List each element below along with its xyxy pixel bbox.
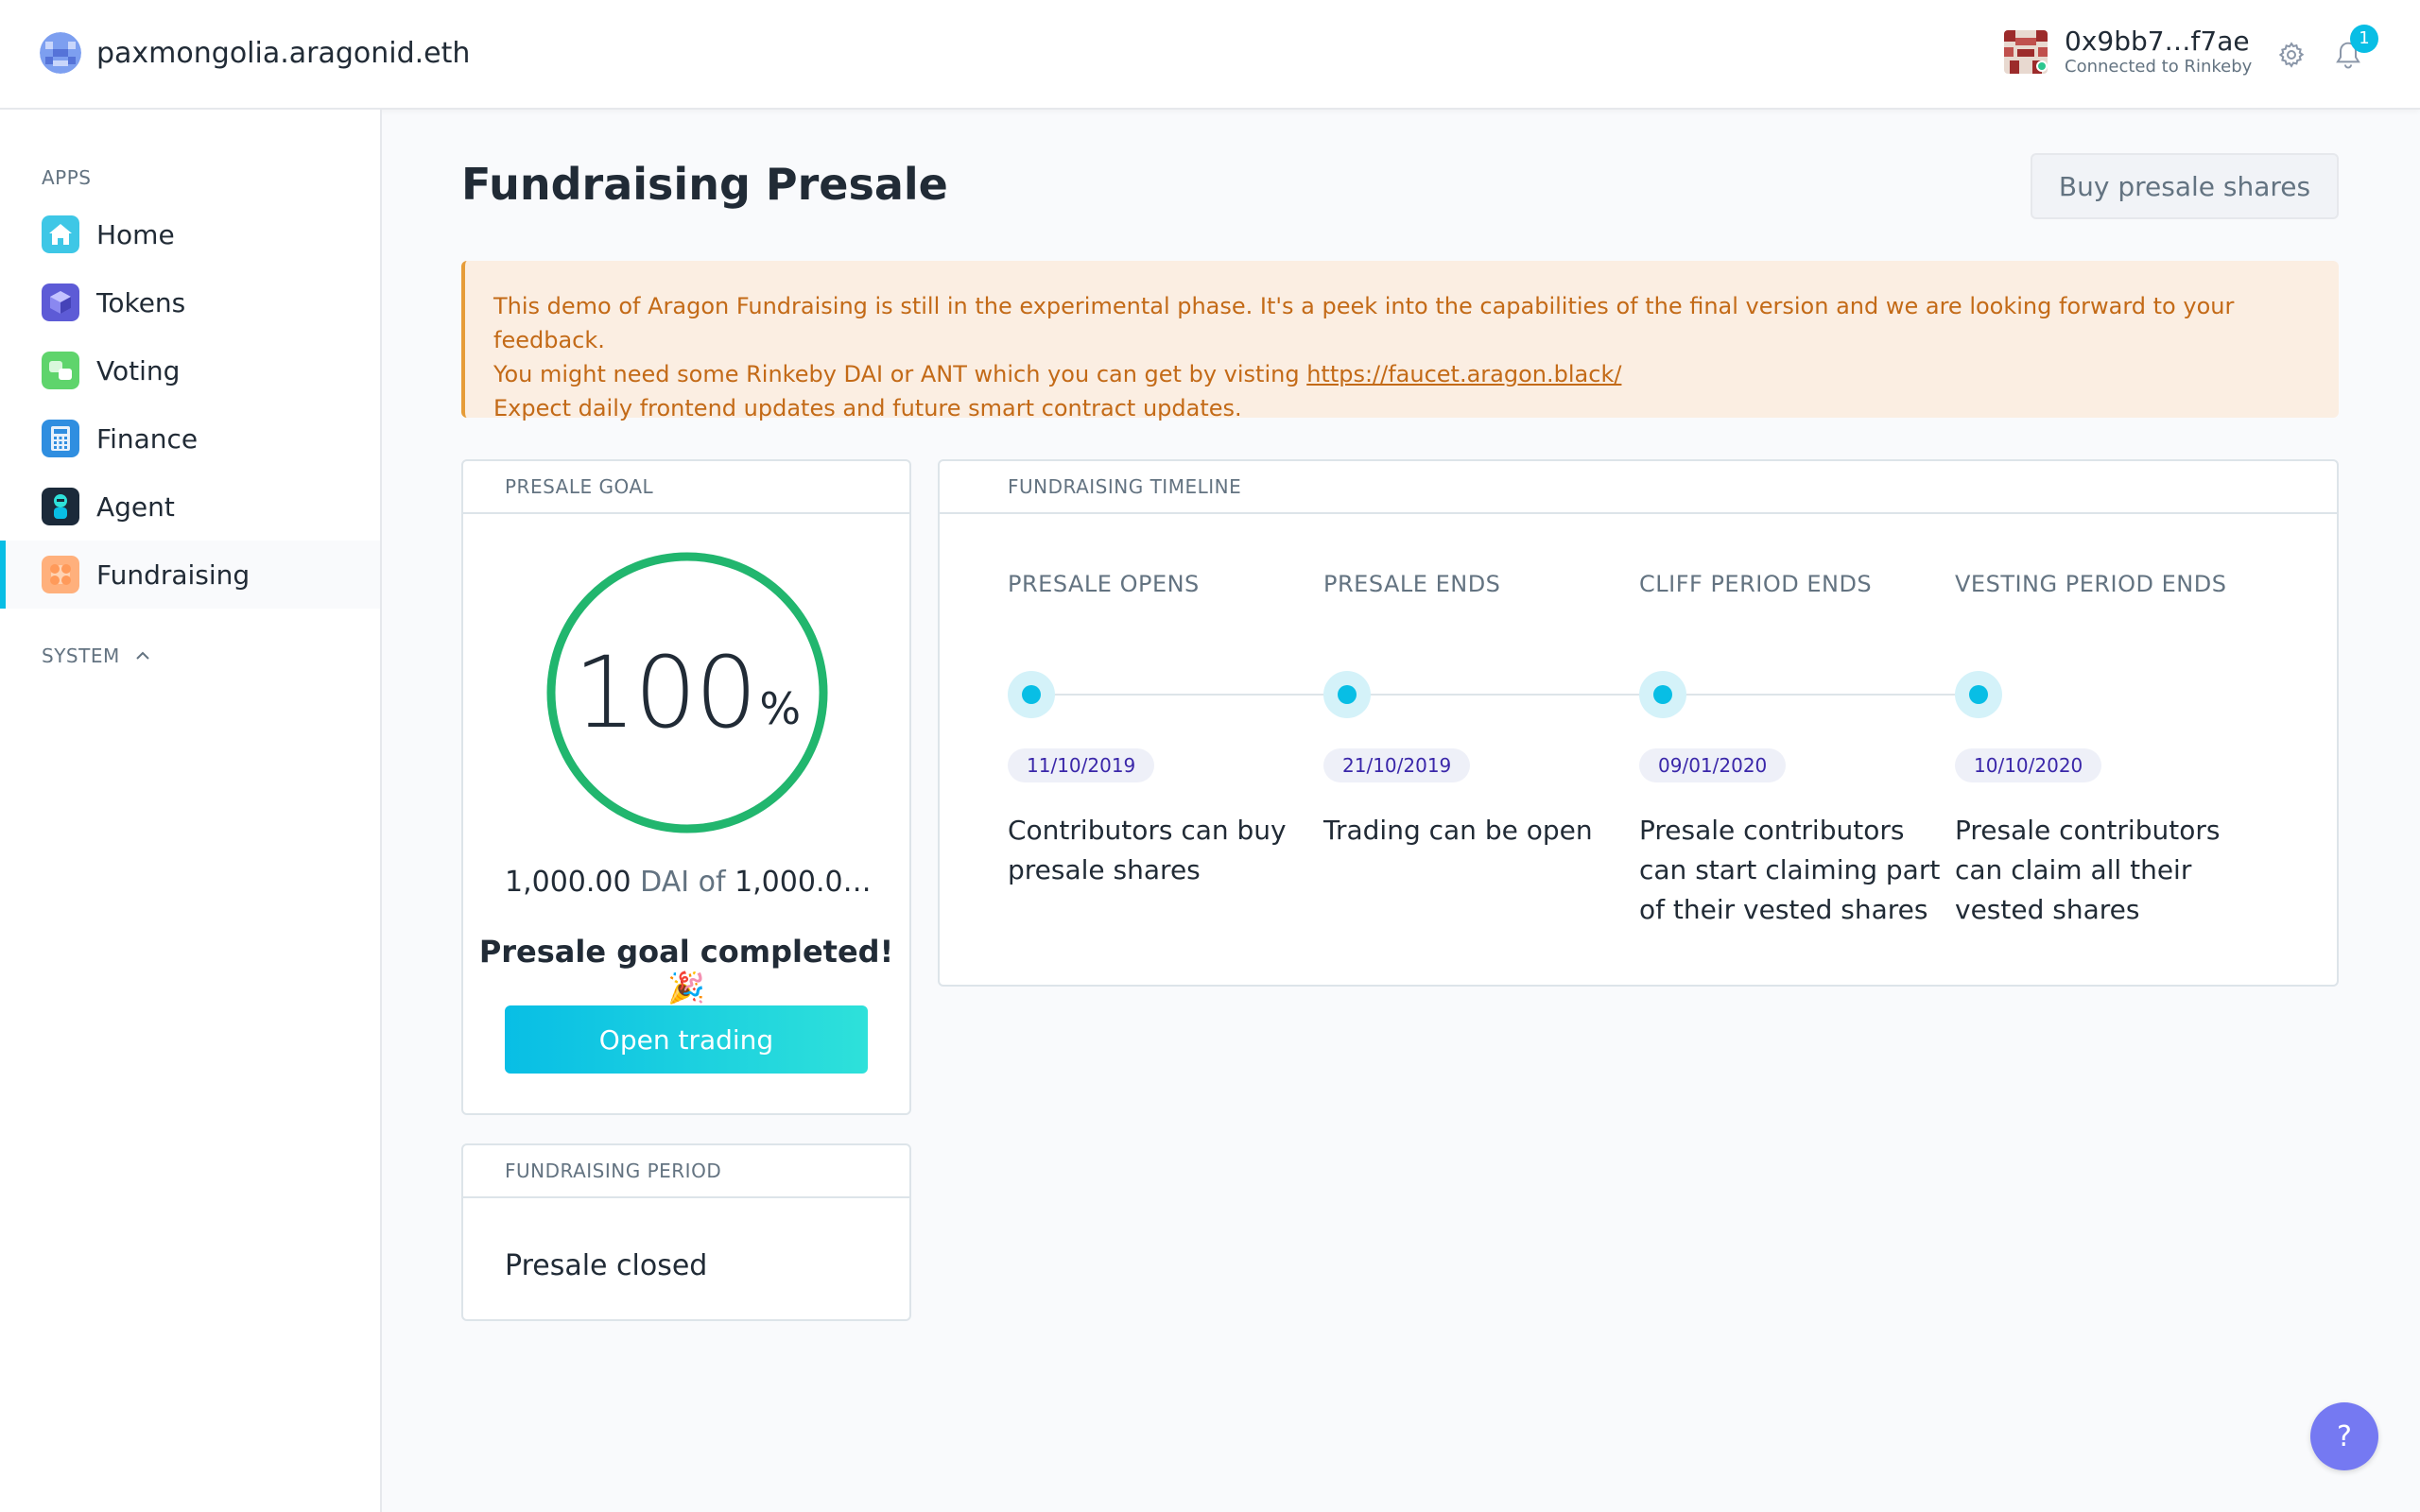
goal-percentage: 100% (546, 552, 828, 833)
sidebar-item-label: Tokens (96, 286, 186, 318)
sidebar-item-label: Home (96, 218, 175, 250)
notice-line-2-text: You might need some Rinkeby DAI or ANT w… (493, 361, 1307, 387)
sidebar-item-label: Finance (96, 422, 199, 455)
timeline-date-badge: 09/01/2020 (1639, 748, 1787, 782)
org-switcher[interactable]: paxmongolia.aragonid.eth (40, 32, 470, 74)
notification-badge: 1 (2350, 25, 2378, 53)
faucet-link[interactable]: https://faucet.aragon.black/ (1306, 361, 1621, 387)
goal-status: Presale goal completed! 🎉 (478, 934, 894, 1005)
sidebar-item-tokens[interactable]: Tokens (0, 268, 380, 336)
timeline-step: PRESALE ENDS 21/10/2019 Trading can be o… (1323, 571, 1626, 846)
org-avatar (40, 32, 81, 74)
network-status: Connected to Rinkeby (2065, 57, 2253, 77)
sidebar-item-finance[interactable]: Finance (0, 404, 380, 472)
page-title: Fundraising Presale (461, 159, 948, 210)
connection-status-dot (2036, 60, 2048, 72)
notice-line-1: This demo of Aragon Fundraising is still… (493, 293, 2235, 353)
open-trading-button[interactable]: Open trading (505, 1005, 868, 1074)
fundraising-icon (42, 556, 79, 593)
timeline-step-description: Presale contributors can claim all their… (1955, 815, 2221, 925)
timeline-step: PRESALE OPENS 11/10/2019 Contributors ca… (1008, 571, 1310, 885)
sidebar-item-label: Voting (96, 354, 181, 387)
fundraising-period-heading: FUNDRAISING PERIOD (463, 1145, 909, 1198)
fundraising-period-card: FUNDRAISING PERIOD Presale closed (461, 1143, 911, 1321)
timeline-track (1030, 694, 1976, 696)
sidebar-item-voting[interactable]: Voting (0, 336, 380, 404)
agent-icon (42, 488, 79, 525)
timeline-dot (1955, 671, 2002, 718)
timeline-dot (1008, 671, 1055, 718)
bell-icon[interactable]: 1 (2329, 25, 2378, 74)
account-address: 0x9bb7…f7ae (2065, 26, 2250, 57)
tokens-icon (42, 284, 79, 321)
account-button[interactable]: 0x9bb7…f7ae Connected to Rinkeby (2004, 28, 2252, 76)
voting-icon (42, 352, 79, 389)
sidebar-item-label: Agent (96, 490, 175, 523)
system-toggle[interactable]: SYSTEM (42, 644, 150, 667)
timeline-dot (1323, 671, 1371, 718)
timeline-date-badge: 11/10/2019 (1008, 748, 1155, 782)
amount-separator: DAI of (631, 866, 735, 899)
timeline-heading: FUNDRAISING TIMELINE (940, 461, 2337, 514)
timeline-step-description: Presale contributors can start claiming … (1639, 815, 1941, 925)
finance-icon (42, 420, 79, 457)
timeline-step: VESTING PERIOD ENDS 10/10/2020 Presale c… (1955, 571, 2257, 925)
sidebar-item-fundraising[interactable]: Fundraising (0, 541, 380, 609)
timeline-date-badge: 21/10/2019 (1323, 748, 1471, 782)
notice-line-3: Expect daily frontend updates and future… (493, 395, 1242, 421)
gear-icon[interactable] (2273, 36, 2310, 74)
sidebar-item-home[interactable]: Home (0, 200, 380, 268)
notice-line-2: You might need some Rinkeby DAI or ANT w… (493, 357, 2339, 391)
goal-amount: 1,000.00 DAI of 1,000.0… (505, 866, 872, 899)
timeline-step-description: Contributors can buy presale shares (1008, 815, 1287, 885)
goal-percent-value: 100 (573, 635, 758, 750)
presale-goal-card: PRESALE GOAL 100% 1,000.00 DAI of 1,000.… (461, 459, 911, 1115)
timeline-step-label: VESTING PERIOD ENDS (1955, 571, 2227, 597)
timeline-step-description: Trading can be open (1323, 815, 1593, 846)
chevron-up-icon (136, 651, 149, 660)
apps-heading: APPS (42, 166, 92, 189)
timeline-step: CLIFF PERIOD ENDS 09/01/2020 Presale con… (1639, 571, 1942, 925)
top-bar: paxmongolia.aragonid.eth 0x9bb7…f7ae Con… (0, 0, 2420, 110)
sidebar: APPS Home Tokens Voting Finance Agent Fu… (0, 110, 382, 1512)
sidebar-item-agent[interactable]: Agent (0, 472, 380, 541)
org-name: paxmongolia.aragonid.eth (96, 36, 471, 70)
sidebar-item-label: Fundraising (96, 558, 251, 591)
buy-presale-shares-button[interactable]: Buy presale shares (2031, 153, 2339, 219)
presale-goal-heading: PRESALE GOAL (463, 461, 909, 514)
period-status: Presale closed (505, 1249, 708, 1282)
goal-percent-symbol: % (759, 683, 802, 734)
timeline-step-label: PRESALE ENDS (1323, 571, 1501, 597)
timeline-step-label: PRESALE OPENS (1008, 571, 1200, 597)
amount-raised: 1,000.00 (505, 866, 631, 899)
help-button[interactable]: ? (2310, 1402, 2378, 1470)
system-heading: SYSTEM (42, 644, 120, 667)
timeline-step-label: CLIFF PERIOD ENDS (1639, 571, 1873, 597)
timeline-date-badge: 10/10/2020 (1955, 748, 2102, 782)
timeline-dot (1639, 671, 1686, 718)
amount-target: 1,000.0… (735, 866, 872, 899)
experimental-notice: This demo of Aragon Fundraising is still… (461, 261, 2339, 421)
home-icon (42, 215, 79, 253)
